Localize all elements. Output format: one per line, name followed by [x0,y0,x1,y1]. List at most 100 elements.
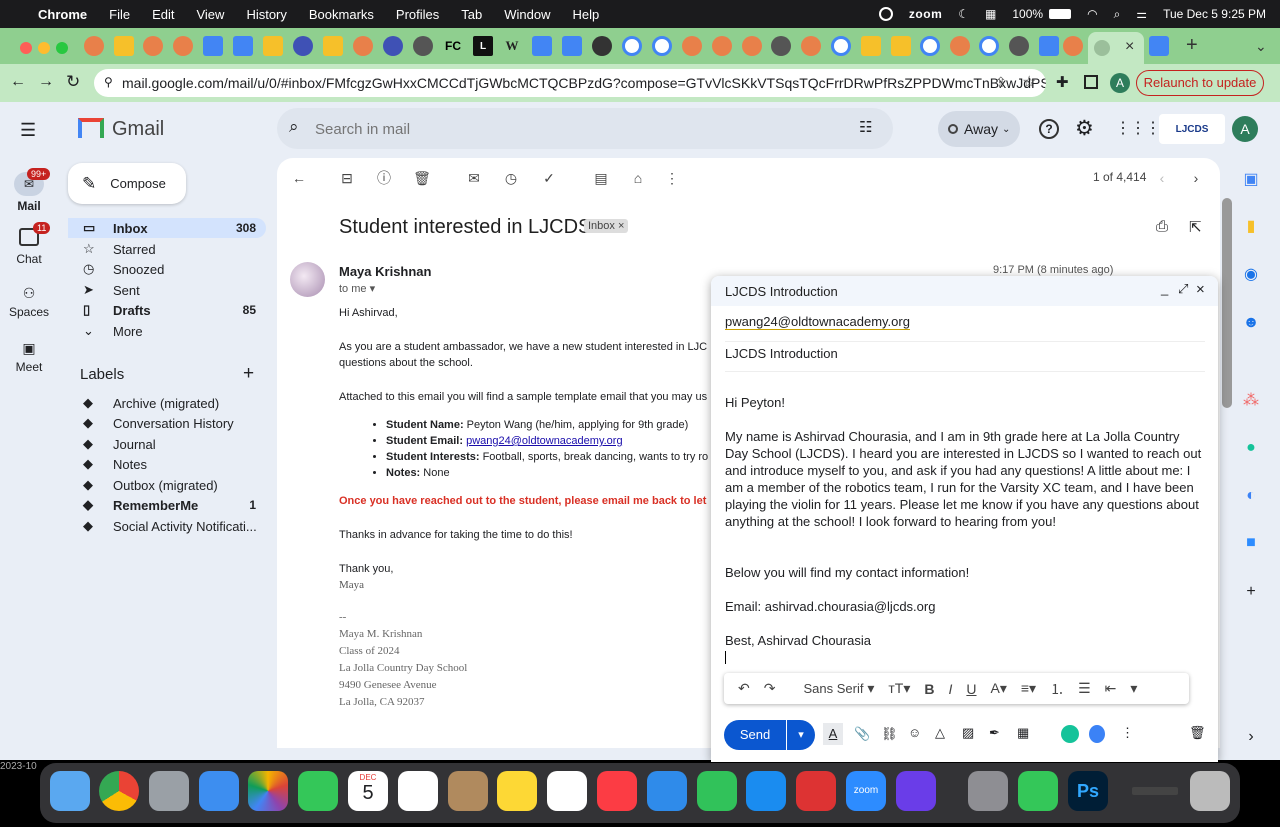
tab-icon-25[interactable] [801,36,821,56]
addon-boomerang-icon[interactable]: ◐ [1236,481,1266,511]
tab-icon-4[interactable] [173,36,193,56]
open-new-window-icon[interactable]: ⇱ [1189,218,1202,236]
share-icon[interactable]: ⇪ [995,74,1007,91]
reminders-icon[interactable] [398,771,438,811]
collapse-panel-icon[interactable]: › [1236,722,1266,752]
close-window-button[interactable] [20,42,32,54]
emoji-icon[interactable]: ☺ [908,725,921,740]
send-options-button[interactable]: ▾ [787,720,815,750]
rail-spaces[interactable]: ⚇ Spaces [0,285,58,319]
menu-edit[interactable]: Edit [152,7,174,22]
bulleted-list-icon[interactable]: ☰ [1078,680,1091,697]
minimize-window-button[interactable] [38,42,50,54]
music-icon[interactable] [597,771,637,811]
snooze-icon[interactable]: ◷ [501,168,521,188]
forward-icon[interactable]: → [38,73,54,91]
tab-icon-9[interactable] [323,36,343,56]
nav-more[interactable]: ⌄ More [68,321,266,341]
tab-icon-w[interactable]: W [502,36,522,56]
label-conversation-history[interactable]: ◆ Conversation History [68,413,266,433]
schedule-icon[interactable]: ▦ [1017,725,1029,741]
messages-icon[interactable] [1018,771,1058,811]
tab-icon-23[interactable] [742,36,762,56]
signature-icon[interactable]: ✒ [989,725,1000,741]
student-email-link[interactable]: pwang24@oldtownacademy.org [466,435,623,447]
more-options-icon[interactable]: ⋮ [1121,725,1134,741]
inbox-tag[interactable]: Inbox × [584,219,629,233]
notes-app-icon[interactable] [497,771,537,811]
nav-starred[interactable]: ☆ Starred [68,239,266,259]
menu-view[interactable]: View [196,7,224,22]
recipient-chip[interactable]: pwang24@oldtownacademy.org [725,314,910,330]
zoom-menu[interactable]: zoom [909,7,942,21]
align-icon[interactable]: ≡▾ [1021,680,1036,697]
relaunch-button[interactable]: Relaunch to update [1136,70,1264,96]
tab-icon-12[interactable] [413,36,433,56]
label-social[interactable]: ◆ Social Activity Notificati... [68,516,266,536]
close-tab-icon[interactable]: × [1125,38,1134,56]
tab-icon-3[interactable] [143,36,163,56]
print-icon[interactable]: ⎙ [1156,218,1168,235]
recipient-line[interactable]: to me ▾ [339,282,375,295]
new-tab-button[interactable]: + [1186,34,1198,57]
menu-help[interactable]: Help [573,7,600,22]
link-icon[interactable]: ⛓ [881,726,898,742]
compose-header[interactable]: LJCDS Introduction _ ⤢ × [711,276,1218,306]
numbered-list-icon[interactable]: ⒈ [1050,679,1064,699]
boomerang-icon[interactable] [1089,725,1105,743]
formatting-toggle-icon[interactable]: A [823,723,843,745]
attach-icon[interactable]: 📎 [854,726,870,742]
tab-icon-16[interactable] [532,36,552,56]
help-icon[interactable]: ? [1039,119,1059,139]
label-rememberme[interactable]: ◆ RememberMe 1 [68,495,266,515]
label-outbox[interactable]: ◆ Outbox (migrated) [68,475,266,495]
minimize-icon[interactable]: _ [1161,281,1168,296]
url-text[interactable]: mail.google.com/mail/u/0/#inbox/FMfcgzGw… [122,75,1046,91]
redo-icon[interactable]: ↷ [764,680,776,697]
text-color-icon[interactable]: A▾ [991,680,1007,697]
italic-icon[interactable]: I [949,681,953,697]
imovie-icon[interactable] [896,771,936,811]
menu-profiles[interactable]: Profiles [396,7,439,22]
more-vert-icon[interactable]: ⋮ [662,168,682,188]
subject-field[interactable]: LJCDS Introduction [725,346,1205,372]
close-icon[interactable]: × [1196,281,1205,298]
send-button[interactable]: Send [724,720,786,750]
tab-icon-fc[interactable]: FC [443,36,463,56]
nav-snoozed[interactable]: ◷ Snoozed [68,259,266,279]
label-journal[interactable]: ◆ Journal [68,434,266,454]
keyboard-icon[interactable]: ▦ [985,7,996,21]
addon-grammarly-icon[interactable]: ● [1236,433,1266,463]
addon-zoom-icon[interactable]: ■ [1236,528,1266,558]
nav-sent[interactable]: ➤ Sent [68,280,266,300]
font-selector[interactable]: Sans Serif ▾ [789,680,874,697]
photo-booth-icon[interactable] [796,771,836,811]
indent-icon[interactable]: ⇤ [1105,680,1117,697]
gmail-brand[interactable]: Gmail [112,118,164,141]
addon-asana-icon[interactable]: ⁂ [1236,386,1266,416]
contacts-app-icon[interactable] [448,771,488,811]
menu-tab[interactable]: Tab [461,7,482,22]
moon-icon[interactable]: ☾ [958,7,969,21]
status-selector[interactable]: Away ⌄ [938,111,1020,147]
underline-icon[interactable]: U [966,681,976,697]
tab-search-icon[interactable]: ⌄ [1255,38,1267,55]
control-center-icon[interactable]: ⚌ [1136,7,1147,21]
photo-icon[interactable]: ▨ [962,725,974,741]
apps-grid-icon[interactable]: ⋮⋮⋮ [1115,118,1161,138]
tasks-icon[interactable]: ◉ [1236,260,1266,290]
tab-icon-5[interactable] [203,36,223,56]
zoom-app-icon[interactable]: zoom [846,771,886,811]
tab-icon-7[interactable] [263,36,283,56]
account-avatar[interactable]: A [1232,116,1258,142]
menu-window[interactable]: Window [504,7,550,22]
label-archive[interactable]: ◆ Archive (migrated) [68,393,266,413]
trash-icon[interactable] [1190,771,1230,811]
datetime[interactable]: Tue Dec 5 9:25 PM [1163,7,1266,21]
tab-icon-29[interactable] [920,36,940,56]
tab-icon-28[interactable] [891,36,911,56]
bold-icon[interactable]: B [924,681,934,697]
numbers-icon[interactable] [697,771,737,811]
report-spam-icon[interactable]: ⓘ [374,168,394,188]
tab-icon-20[interactable] [652,36,672,56]
